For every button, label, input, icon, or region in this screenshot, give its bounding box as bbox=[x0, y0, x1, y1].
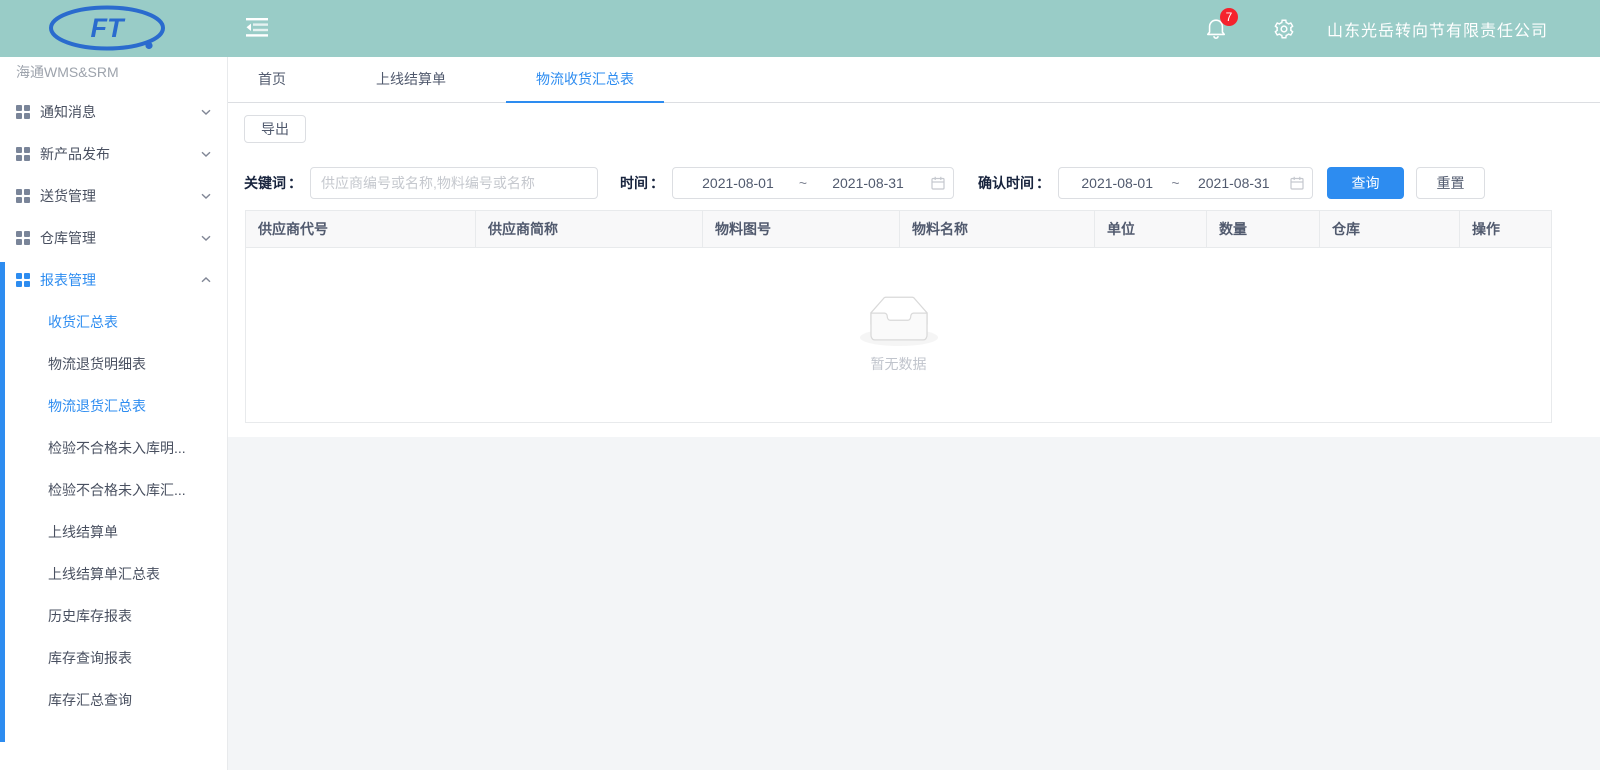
sidebar-item-history-inventory[interactable]: 历史库存报表 bbox=[0, 595, 227, 637]
results-table: 供应商代号 供应商简称 物料图号 物料名称 单位 数量 仓库 操作 暂无数据 bbox=[245, 210, 1552, 423]
range-separator: ~ bbox=[799, 175, 807, 191]
tab-logistics-receipt-summary[interactable]: 物流收货汇总表 bbox=[506, 57, 664, 102]
sidebar-group-notifications[interactable]: 通知消息 bbox=[0, 91, 227, 133]
brand-title: 海通WMS&SRM bbox=[0, 57, 227, 91]
keyword-colon: ： bbox=[288, 173, 302, 193]
chevron-up-icon bbox=[201, 272, 211, 288]
filter-bar: 关键词 ： 时间 ： 2021-08-01 ~ 2021-08-31 确认时间 … bbox=[244, 167, 1485, 199]
chevron-down-icon bbox=[201, 230, 211, 246]
appstore-grid-icon bbox=[16, 189, 30, 203]
empty-box-icon bbox=[860, 296, 938, 346]
sidebar-group-warehouse[interactable]: 仓库管理 bbox=[0, 217, 227, 259]
menu-fold-icon[interactable] bbox=[246, 18, 270, 38]
time-colon: ： bbox=[650, 173, 664, 193]
keyword-input[interactable] bbox=[310, 167, 598, 199]
col-material-name: 物料名称 bbox=[900, 211, 1095, 247]
sidebar-item-inventory-summary-query[interactable]: 库存汇总查询 bbox=[0, 679, 227, 721]
range-separator: ~ bbox=[1171, 175, 1179, 191]
top-header: FT 7 山东光岳转向节有限责任公司 bbox=[0, 0, 1600, 57]
sidebar-group-new-product[interactable]: 新产品发布 bbox=[0, 133, 227, 175]
calendar-icon bbox=[1284, 176, 1304, 190]
col-actions: 操作 bbox=[1460, 211, 1551, 247]
company-name: 山东光岳转向节有限责任公司 bbox=[1327, 17, 1548, 41]
sidebar-item-inventory-query[interactable]: 库存查询报表 bbox=[0, 637, 227, 679]
confirm-end-value: 2021-08-31 bbox=[1184, 175, 1284, 191]
sidebar-item-inspection-fail-detail[interactable]: 检验不合格未入库明... bbox=[0, 427, 227, 469]
col-warehouse: 仓库 bbox=[1320, 211, 1460, 247]
sidebar-group-label: 送货管理 bbox=[40, 186, 96, 206]
confirm-time-label: 确认时间 bbox=[978, 173, 1034, 193]
logo-text: FT bbox=[91, 13, 126, 43]
settings-gear-icon[interactable] bbox=[1273, 18, 1295, 40]
time-end-value: 2021-08-31 bbox=[811, 175, 925, 191]
table-empty-body: 暂无数据 bbox=[245, 248, 1552, 423]
col-unit: 单位 bbox=[1095, 211, 1207, 247]
reports-submenu: 收货汇总表 物流退货明细表 物流退货汇总表 检验不合格未入库明... 检验不合格… bbox=[0, 301, 227, 721]
active-section-indicator bbox=[0, 262, 5, 742]
page-tabs: 首页 上线结算单 物流收货汇总表 bbox=[228, 57, 1600, 103]
time-range-picker[interactable]: 2021-08-01 ~ 2021-08-31 bbox=[672, 167, 954, 199]
appstore-grid-icon bbox=[16, 147, 30, 161]
keyword-label: 关键词 bbox=[244, 173, 286, 193]
sidebar-item-logistics-return-summary[interactable]: 物流退货汇总表 bbox=[0, 385, 227, 427]
time-start-value: 2021-08-01 bbox=[681, 175, 795, 191]
confirm-time-colon: ： bbox=[1036, 173, 1050, 193]
chevron-down-icon bbox=[201, 188, 211, 204]
page-background bbox=[228, 437, 1600, 770]
sidebar-group-label: 报表管理 bbox=[40, 270, 96, 290]
sidebar-group-label: 通知消息 bbox=[40, 102, 96, 122]
appstore-grid-icon bbox=[16, 231, 30, 245]
sidebar-group-reports[interactable]: 报表管理 bbox=[0, 259, 227, 301]
time-label: 时间 bbox=[620, 173, 648, 193]
chevron-down-icon bbox=[201, 104, 211, 120]
sidebar-item-logistics-return-detail[interactable]: 物流退货明细表 bbox=[0, 343, 227, 385]
appstore-grid-icon bbox=[16, 105, 30, 119]
notification-badge: 7 bbox=[1220, 8, 1238, 26]
sidebar-item-inspection-fail-summary[interactable]: 检验不合格未入库汇... bbox=[0, 469, 227, 511]
confirm-start-value: 2021-08-01 bbox=[1067, 175, 1167, 191]
empty-state-text: 暂无数据 bbox=[871, 354, 927, 374]
col-material-drawing-no: 物料图号 bbox=[703, 211, 900, 247]
sidebar-group-label: 新产品发布 bbox=[40, 144, 110, 164]
main-content: 首页 上线结算单 物流收货汇总表 导出 关键词 ： 时间 ： 2021-08-0… bbox=[228, 57, 1600, 770]
confirm-time-range-picker[interactable]: 2021-08-01 ~ 2021-08-31 bbox=[1058, 167, 1313, 199]
table-header-row: 供应商代号 供应商简称 物料图号 物料名称 单位 数量 仓库 操作 bbox=[245, 210, 1552, 248]
sidebar-group-label: 仓库管理 bbox=[40, 228, 96, 248]
col-quantity: 数量 bbox=[1207, 211, 1320, 247]
sidebar-item-online-settlement-summary[interactable]: 上线结算单汇总表 bbox=[0, 553, 227, 595]
notification-bell-icon[interactable]: 7 bbox=[1205, 16, 1229, 42]
chevron-down-icon bbox=[201, 146, 211, 162]
sidebar-nav: 海通WMS&SRM 通知消息 新产品发布 送货管理 仓库管理 bbox=[0, 57, 228, 770]
sidebar-group-delivery[interactable]: 送货管理 bbox=[0, 175, 227, 217]
company-logo: FT bbox=[45, 5, 173, 55]
tab-online-settlement[interactable]: 上线结算单 bbox=[346, 57, 476, 102]
query-button[interactable]: 查询 bbox=[1327, 167, 1404, 199]
calendar-icon bbox=[925, 176, 945, 190]
col-supplier-code: 供应商代号 bbox=[246, 211, 476, 247]
appstore-grid-icon bbox=[16, 273, 30, 287]
sidebar-item-online-settlement[interactable]: 上线结算单 bbox=[0, 511, 227, 553]
export-button[interactable]: 导出 bbox=[244, 115, 306, 143]
reset-button[interactable]: 重置 bbox=[1416, 167, 1485, 199]
col-supplier-short-name: 供应商简称 bbox=[476, 211, 703, 247]
tab-home[interactable]: 首页 bbox=[228, 57, 316, 102]
sidebar-item-receipt-summary[interactable]: 收货汇总表 bbox=[0, 301, 227, 343]
